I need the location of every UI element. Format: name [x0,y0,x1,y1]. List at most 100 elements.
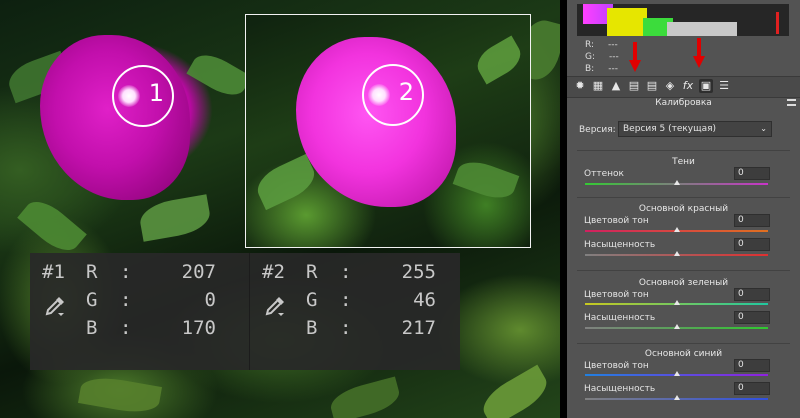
flower-original [40,35,190,200]
slider-thumb[interactable] [674,227,680,232]
red-hue-input[interactable]: 0 [734,214,770,227]
presets-icon[interactable]: ☰ [717,79,731,93]
channel-colon: : [340,289,352,311]
sample-marker-2[interactable]: 2 [362,64,424,126]
slider-label: Цветовой тон [584,361,649,371]
sample-point [118,85,140,107]
arrow-shaft [697,38,701,58]
sample-id: #1 [42,261,65,283]
comparison-frame: 2 [245,14,531,248]
readout-value: --- [608,40,618,50]
section-title: Калибровка [655,98,712,108]
channel-colon: : [120,261,132,283]
slider-label: Насыщенность [584,384,656,394]
histogram-luminance [667,22,737,36]
marker-number: 2 [398,78,414,106]
leaf-shape [186,47,252,103]
rgb-readout-b: B: --- [585,64,618,74]
slider-thumb[interactable] [674,300,680,305]
sample-readout-1: #1 R: 207 G: 0 B: 170 [30,261,230,361]
eyedropper-icon [45,297,64,316]
version-select[interactable]: Версия 5 (текущая) ⌄ [618,121,772,137]
eyedropper-icon [265,297,284,316]
readout-value: --- [609,52,619,62]
panel-menu-icon[interactable] [787,99,796,106]
camera-raw-panel: R: --- G: --- B: --- ✹ ▦ ▲ ▤ ▤ ◈ fx ▣ ☰ Кал… [567,0,800,418]
leaf-shape [452,155,520,205]
calibration-icon[interactable]: ▣ [699,79,713,93]
annotation-arrow-icon [693,38,705,70]
sample-readout-2: #2 R: 255 G: 46 B: 217 [250,261,450,361]
chevron-down-icon: ⌄ [760,124,767,133]
histogram-yellow [607,8,647,36]
slider-label: Оттенок [584,169,624,179]
slider-label: Цветовой тон [584,290,649,300]
leaf-shape [471,35,527,85]
red-saturation-input[interactable]: 0 [734,238,770,251]
channel-row-r: R: 207 [86,261,216,285]
channel-value: 255 [401,261,436,283]
channel-value: 46 [413,289,436,311]
fx-icon[interactable]: fx [681,79,695,93]
channel-colon: : [340,261,352,283]
slider-label: Насыщенность [584,240,656,250]
leaf-shape [17,193,87,259]
channel-colon: : [120,289,132,311]
color-sampler-info: #1 R: 207 G: 0 B: 170 #2 R: 255 G: 46 B: 217 [30,253,460,370]
slider-label: Насыщенность [584,313,656,323]
leaf-shape [78,373,162,417]
histogram [577,4,789,36]
tone-icon[interactable]: ▤ [645,79,659,93]
channel-row-b: B: 217 [306,317,436,341]
channel-row-b: B: 170 [86,317,216,341]
readout-value: --- [608,64,618,74]
channel-value: 217 [401,317,436,339]
blue-saturation-input[interactable]: 0 [734,382,770,395]
channel-value: 0 [204,289,216,311]
arrow-shaft [633,42,637,62]
green-saturation-input[interactable]: 0 [734,311,770,324]
marker-number: 1 [148,79,164,107]
group-title-red: Основной красный [638,204,729,214]
flower-calibrated [296,37,456,207]
channel-value: 207 [181,261,216,283]
panel-toolbar: ✹ ▦ ▲ ▤ ▤ ◈ fx ▣ ☰ [567,76,800,98]
grid-icon[interactable]: ▦ [591,79,605,93]
leaf-shape [476,364,554,418]
channel-row-g: G: 0 [86,289,216,313]
split-icon[interactable]: ▤ [627,79,641,93]
green-hue-input[interactable]: 0 [734,288,770,301]
arrow-head [693,56,705,68]
slider-thumb[interactable] [674,395,680,400]
group-divider [577,197,790,198]
channel-name: R [306,261,318,283]
clipping-indicator[interactable] [776,12,779,34]
channel-name: G [86,289,98,311]
channel-value: 170 [181,317,216,339]
group-divider [577,150,790,151]
group-title-green: Основной зеленый [638,278,729,288]
sample-marker-1[interactable]: 1 [112,65,174,127]
slider-thumb[interactable] [674,251,680,256]
blue-hue-input[interactable]: 0 [734,359,770,372]
slider-thumb[interactable] [674,324,680,329]
leaf-shape [327,376,403,418]
readout-label: B: [585,64,595,74]
annotation-arrow-icon [629,42,641,74]
slider-thumb[interactable] [674,180,680,185]
sample-id: #2 [262,261,285,283]
slider-thumb[interactable] [674,371,680,376]
group-title-shadows: Тени [672,157,695,167]
channel-colon: : [340,317,352,339]
channel-name: B [86,317,98,339]
readout-label: R: [585,40,595,50]
group-divider [577,343,790,344]
triangle-icon[interactable]: ▲ [609,79,623,93]
aperture-icon[interactable]: ✹ [573,79,587,93]
group-divider [577,270,790,271]
channel-name: B [306,317,318,339]
lens-icon[interactable]: ◈ [663,79,677,93]
channel-name: R [86,261,98,283]
shadows-tint-input[interactable]: 0 [734,167,770,180]
rgb-readout-g: G: --- [585,52,619,62]
